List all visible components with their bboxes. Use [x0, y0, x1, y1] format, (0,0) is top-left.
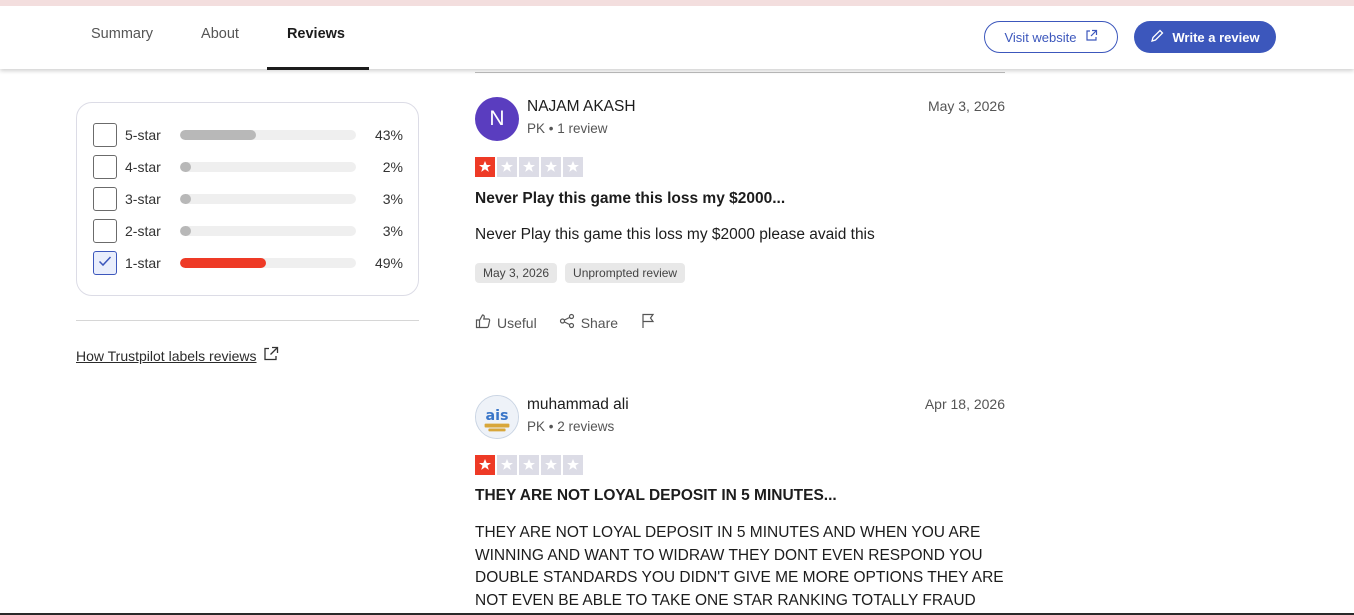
tab-bar: Summary About Reviews — [67, 6, 370, 70]
star-icon — [519, 157, 539, 177]
filter-percent: 49% — [374, 255, 403, 271]
review-title[interactable]: Never Play this game this loss my $2000.… — [475, 190, 785, 208]
filter-label: 5-star — [125, 127, 161, 143]
rating-bar-fill — [180, 130, 256, 140]
filter-label: 1-star — [125, 255, 161, 271]
filter-percent: 43% — [374, 127, 403, 143]
star-icon — [541, 157, 561, 177]
rating-bar-track — [180, 162, 356, 172]
star-rating — [475, 157, 583, 177]
star-icon — [541, 455, 561, 475]
rating-bar-fill — [180, 162, 191, 172]
filter-row-2-star[interactable]: 2-star 3% — [93, 219, 403, 243]
write-review-button[interactable]: Write a review — [1134, 21, 1276, 53]
star-icon — [475, 157, 495, 177]
checkbox-3-star[interactable] — [93, 187, 117, 211]
visit-website-button[interactable]: Visit website — [984, 21, 1118, 53]
filter-row-5-star[interactable]: 5-star 43% — [93, 123, 403, 147]
divider — [475, 72, 1005, 73]
rating-bar-fill — [180, 226, 191, 236]
checkbox-2-star[interactable] — [93, 219, 117, 243]
top-bar: Summary About Reviews Visit website Writ… — [0, 0, 1354, 70]
review-chips: May 3, 2026 Unprompted review — [475, 263, 686, 283]
tab-about[interactable]: About — [177, 6, 263, 69]
pencil-icon — [1150, 29, 1164, 46]
filter-percent: 3% — [382, 223, 403, 239]
checkbox-5-star[interactable] — [93, 123, 117, 147]
unprompted-chip[interactable]: Unprompted review — [565, 263, 686, 283]
flag-button[interactable] — [640, 313, 656, 332]
checkbox-4-star[interactable] — [93, 155, 117, 179]
svg-text:ais: ais — [485, 408, 508, 424]
review-card: N NAJAM AKASH PK • 1 review May 3, 2026 … — [475, 97, 1005, 337]
review-actions: Useful Share — [475, 313, 656, 332]
review-body: Never Play this game this loss my $2000 … — [475, 226, 875, 243]
checkmark-icon — [97, 253, 113, 274]
share-icon — [559, 313, 575, 332]
useful-button[interactable]: Useful — [475, 313, 537, 332]
avatar[interactable]: ais — [475, 395, 519, 439]
filter-row-3-star[interactable]: 3-star 3% — [93, 187, 403, 211]
external-link-icon — [263, 346, 279, 365]
review-date: Apr 18, 2026 — [924, 396, 1005, 412]
tab-reviews-label: Reviews — [286, 25, 345, 42]
reviewer-name[interactable]: muhammad ali — [527, 396, 629, 414]
rating-bar-track — [180, 130, 356, 140]
checkbox-1-star[interactable] — [93, 251, 117, 275]
review-card: ais muhammad ali PK • 2 reviews Apr 18, … — [475, 395, 1005, 615]
filter-percent: 3% — [382, 191, 403, 207]
rating-filter-card: 5-star 43% 4-star 2% 3-star 3% 2-star 3%… — [76, 102, 419, 296]
star-icon — [497, 455, 517, 475]
review-date: May 3, 2026 — [927, 98, 1005, 114]
write-review-label: Write a review — [1172, 29, 1260, 45]
rating-bar-fill — [180, 258, 267, 268]
thumbs-up-icon — [475, 313, 491, 332]
avatar[interactable]: N — [475, 97, 519, 141]
filter-percent: 2% — [382, 159, 403, 175]
star-icon — [563, 455, 583, 475]
useful-label: Useful — [497, 314, 537, 331]
share-button[interactable]: Share — [559, 313, 618, 332]
rating-bar-track — [180, 194, 356, 204]
star-icon — [563, 157, 583, 177]
visit-website-label: Visit website — [1004, 29, 1077, 45]
flag-icon — [640, 313, 656, 332]
filter-row-1-star[interactable]: 1-star 49% — [93, 251, 403, 275]
review-body: THEY ARE NOT LOYAL DEPOSIT IN 5 MINUTES … — [475, 524, 1004, 609]
filter-row-4-star[interactable]: 4-star 2% — [93, 155, 403, 179]
tab-reviews[interactable]: Reviews — [263, 6, 370, 70]
tab-summary-label: Summary — [91, 25, 154, 42]
star-rating — [475, 455, 583, 475]
rating-bar-track — [180, 258, 356, 268]
rating-bar-fill — [180, 194, 191, 204]
filter-label: 4-star — [125, 159, 161, 175]
star-icon — [519, 455, 539, 475]
avatar-logo: ais — [476, 396, 518, 438]
reviewer-name[interactable]: NAJAM AKASH — [527, 98, 636, 116]
date-chip: May 3, 2026 — [475, 263, 558, 283]
star-icon — [497, 157, 517, 177]
review-title[interactable]: THEY ARE NOT LOYAL DEPOSIT IN 5 MINUTES.… — [475, 487, 837, 505]
reviewer-meta: PK • 1 review — [527, 121, 608, 136]
tab-summary[interactable]: Summary — [67, 6, 177, 69]
tab-about-label: About — [201, 25, 239, 42]
how-labels-link[interactable]: How Trustpilot labels reviews — [76, 346, 279, 365]
how-labels-link-text: How Trustpilot labels reviews — [76, 347, 257, 364]
filter-label: 2-star — [125, 223, 161, 239]
filter-label: 3-star — [125, 191, 161, 207]
share-label: Share — [580, 314, 619, 331]
rating-bar-track — [180, 226, 356, 236]
star-icon — [475, 455, 495, 475]
divider — [76, 320, 419, 321]
reviewer-meta: PK • 2 reviews — [527, 419, 615, 434]
external-link-icon — [1085, 29, 1098, 45]
